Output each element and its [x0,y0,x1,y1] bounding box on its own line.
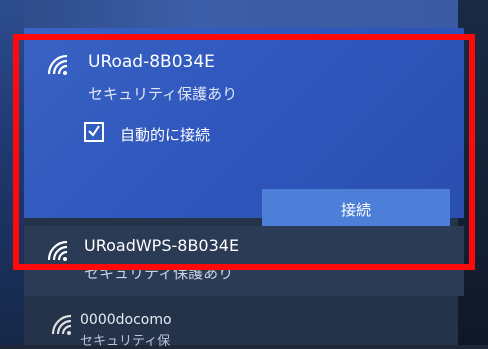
background-top [0,0,488,28]
network-ssid: 0000docomo [80,312,172,328]
wifi-icon [51,314,72,335]
highlight-box [13,34,475,270]
network-security-status: セキュリティ保 [80,334,171,349]
